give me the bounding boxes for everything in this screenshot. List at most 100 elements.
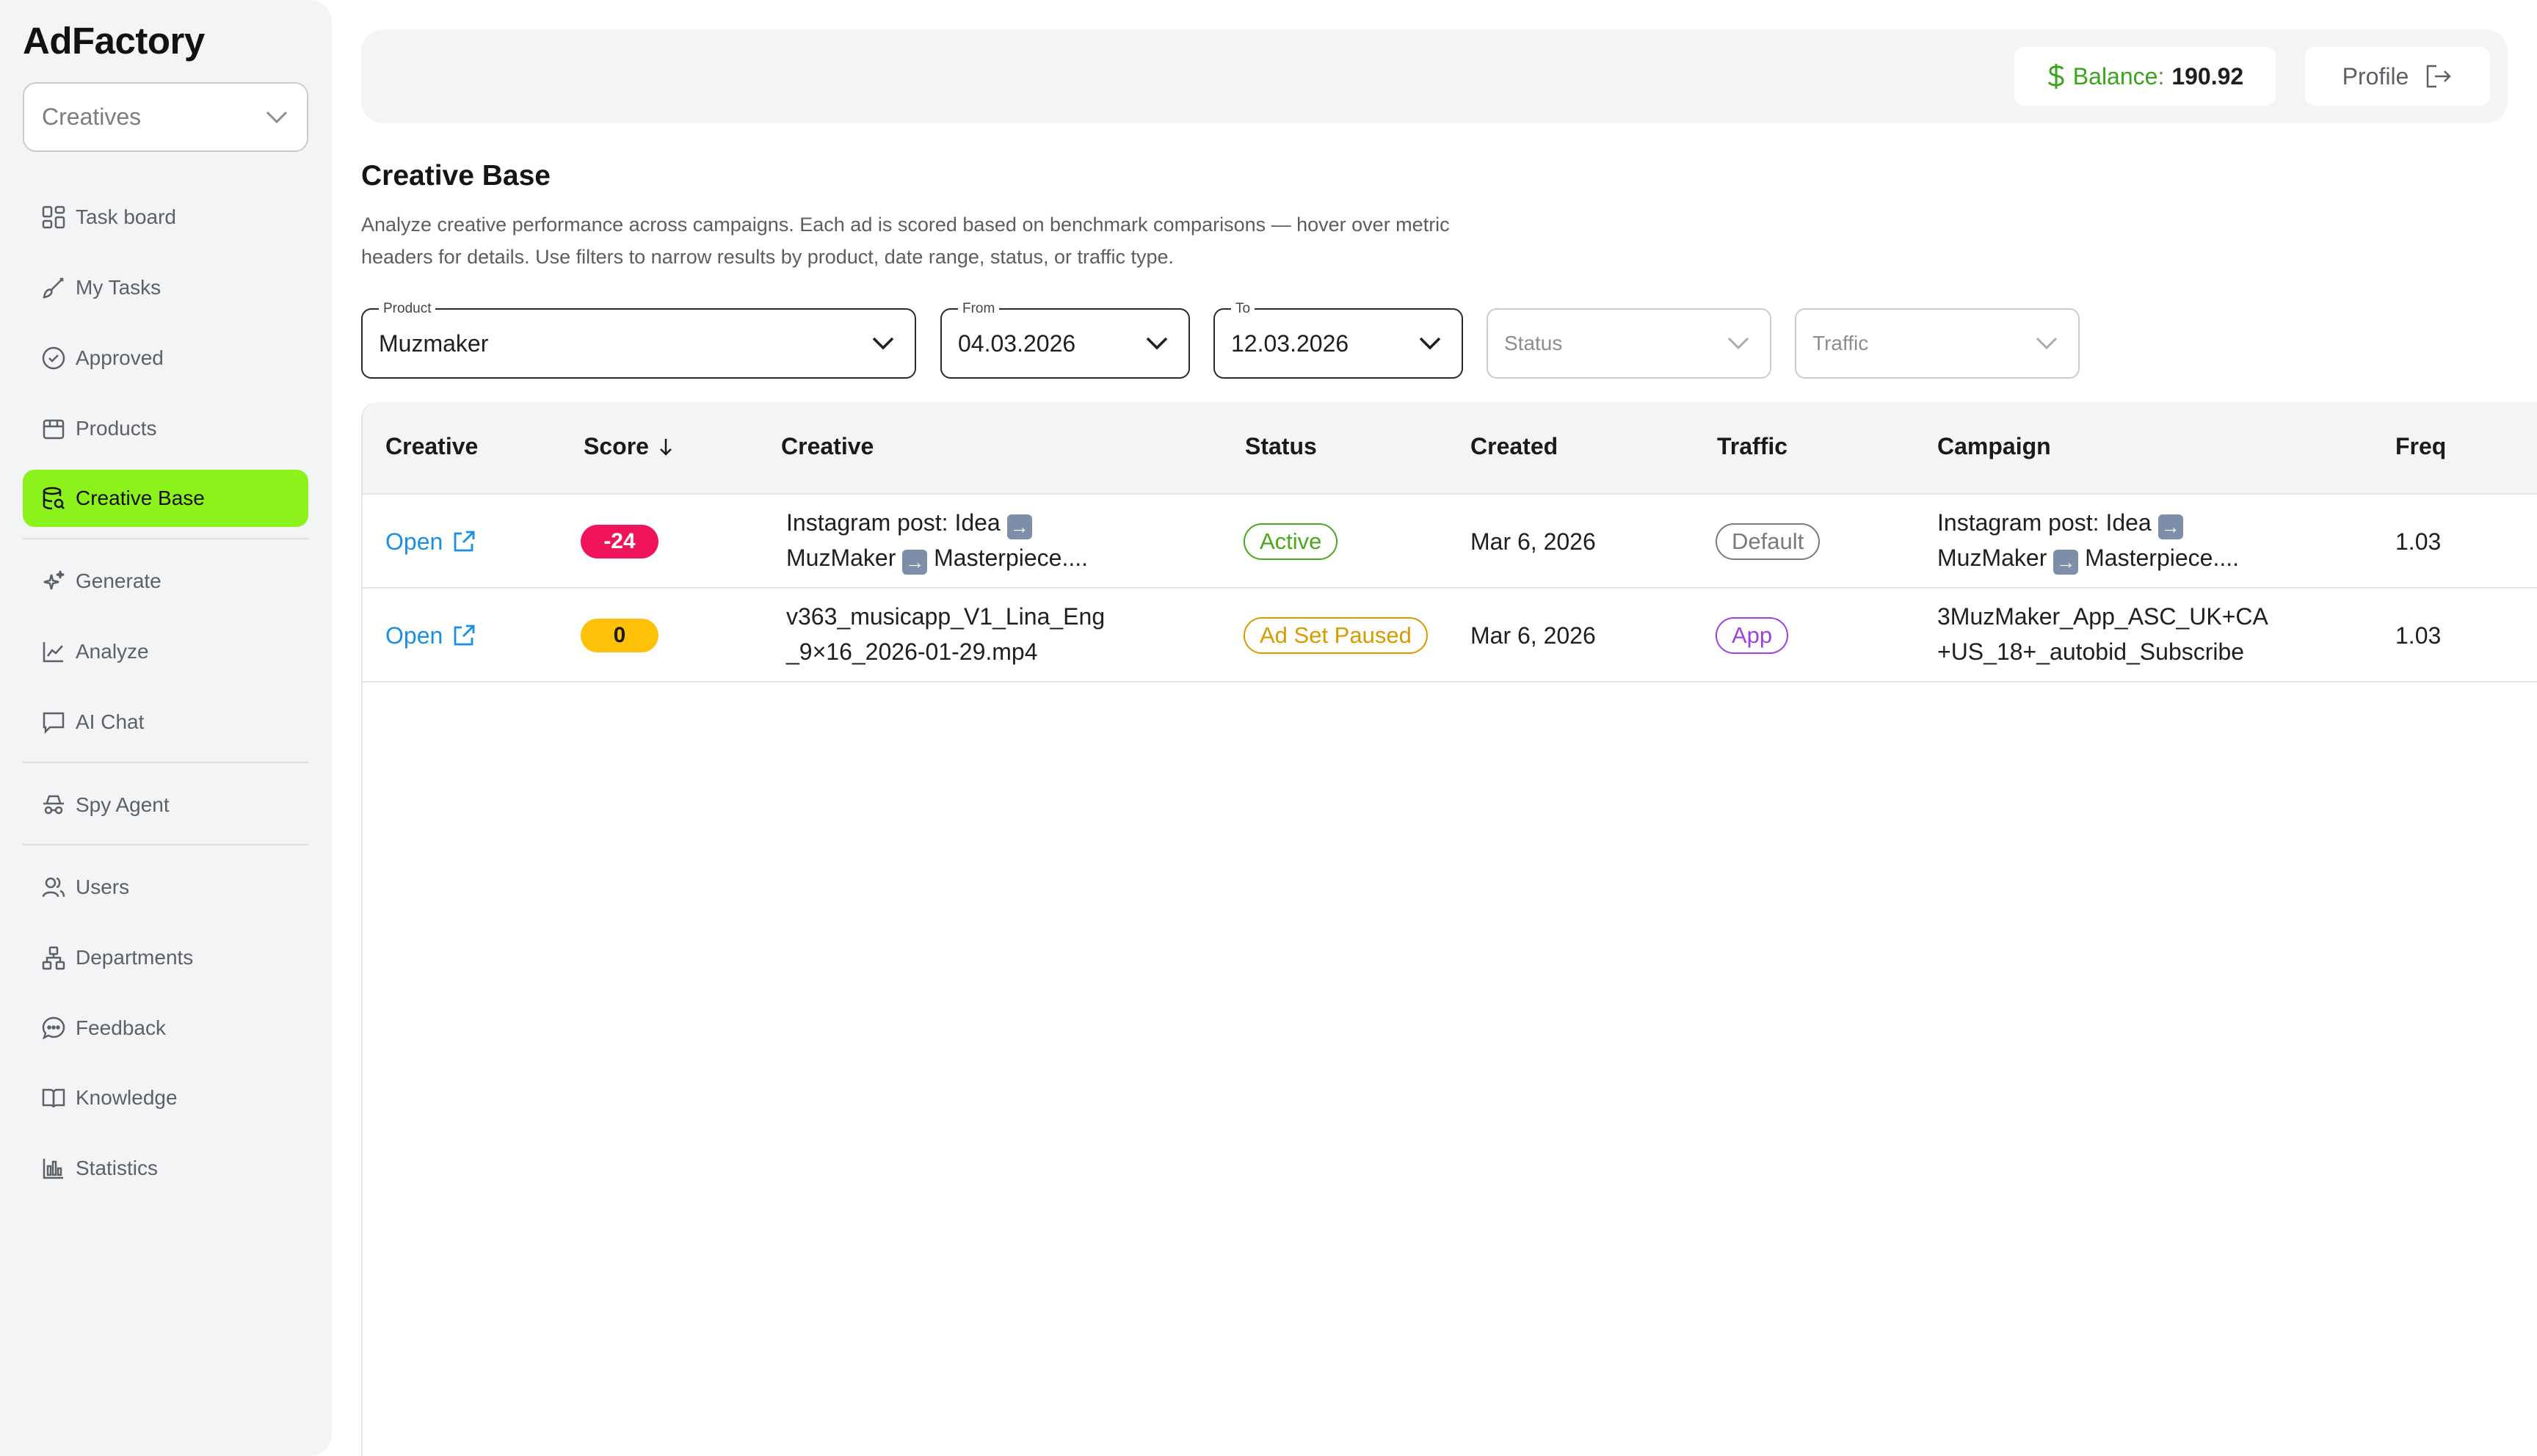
created-date: Mar 6, 2026 xyxy=(1470,622,1596,649)
check-circle-icon xyxy=(39,343,68,373)
workspace-select[interactable]: Creatives xyxy=(23,82,308,152)
column-header-freq[interactable]: Freq xyxy=(2395,433,2446,460)
sidebar-item-label: Feedback xyxy=(76,1016,166,1039)
sidebar: AdFactory Creatives Task board My Tasks … xyxy=(0,0,332,1456)
right-arrow-emoji-icon: → xyxy=(2053,550,2079,575)
sidebar-item-users[interactable]: Users xyxy=(23,859,308,916)
right-arrow-emoji-icon: → xyxy=(902,550,928,575)
table-row: Open -24 Instagram post: Idea → MuzMaker… xyxy=(363,495,2537,589)
sidebar-item-label: Approved xyxy=(76,346,164,369)
chart-line-icon xyxy=(39,637,68,666)
sidebar-item-analyze[interactable]: Analyze xyxy=(23,623,308,680)
freq-value: 1.03 xyxy=(2395,528,2442,555)
sidebar-item-task-board[interactable]: Task board xyxy=(23,189,308,246)
open-creative-link[interactable]: Open xyxy=(385,618,476,653)
column-header-traffic[interactable]: Traffic xyxy=(1717,433,1787,460)
campaign-name: 3MuzMaker_App_ASC_UK+CA +US_18+_autobid_… xyxy=(1937,599,2268,669)
sidebar-item-label: Analyze xyxy=(76,640,149,663)
book-icon xyxy=(39,1083,68,1113)
campaign-name-line: +US_18+_autobid_Subscribe xyxy=(1937,638,2245,665)
sidebar-item-label: Statistics xyxy=(76,1157,159,1179)
creative-name-line: MuzMaker xyxy=(786,545,896,571)
open-link-label: Open xyxy=(385,622,443,649)
campaign-name-line: MuzMaker xyxy=(1937,545,2047,571)
open-link-label: Open xyxy=(385,528,443,555)
brush-icon xyxy=(39,273,68,302)
sidebar-item-generate[interactable]: Generate xyxy=(23,553,308,610)
sidebar-item-label: Task board xyxy=(76,205,176,228)
sidebar-item-ai-chat[interactable]: AI Chat xyxy=(23,694,308,751)
sparkles-icon xyxy=(39,567,68,596)
sidebar-item-knowledge[interactable]: Knowledge xyxy=(23,1069,308,1126)
status-select-placeholder: Status xyxy=(1504,332,1563,354)
database-search-icon xyxy=(39,484,68,513)
column-header-campaign[interactable]: Campaign xyxy=(1937,433,2051,460)
status-select[interactable]: Status xyxy=(1487,308,1771,379)
external-link-icon xyxy=(454,531,475,552)
chat-icon xyxy=(39,707,68,737)
sidebar-item-approved[interactable]: Approved xyxy=(23,330,308,387)
balance-label: Balance: xyxy=(2072,62,2165,90)
spy-icon xyxy=(39,790,68,820)
open-creative-link[interactable]: Open xyxy=(385,524,476,559)
sidebar-item-label: Creative Base xyxy=(76,487,205,509)
column-header-created[interactable]: Created xyxy=(1470,433,1558,460)
traffic-select[interactable]: Traffic xyxy=(1795,308,2080,379)
date-to-value: 12.03.2026 xyxy=(1231,330,1349,357)
arrow-down-icon xyxy=(660,438,672,456)
chevron-down-icon xyxy=(1727,337,1749,350)
sidebar-item-label: Generate xyxy=(76,569,161,592)
created-date: Mar 6, 2026 xyxy=(1470,528,1596,555)
date-to-label: To xyxy=(1231,301,1255,317)
users-icon xyxy=(39,873,68,902)
creative-name: Instagram post: Idea → MuzMaker → Master… xyxy=(786,505,1088,575)
chevron-down-icon xyxy=(872,337,894,350)
sidebar-item-feedback[interactable]: Feedback xyxy=(23,1000,308,1057)
campaign-name-line: Instagram post: Idea xyxy=(1937,509,2152,536)
creative-name-line: _9×16_2026-01-29.mp4 xyxy=(786,638,1038,665)
box-icon xyxy=(39,414,68,443)
sidebar-item-departments[interactable]: Departments xyxy=(23,929,308,986)
profile-label: Profile xyxy=(2342,62,2409,90)
profile-button[interactable]: Profile xyxy=(2305,47,2490,106)
status-badge: Ad Set Paused xyxy=(1244,617,1428,654)
page-description: Analyze creative performance across camp… xyxy=(361,214,1450,268)
sidebar-item-label: My Tasks xyxy=(76,276,161,299)
date-from-label: From xyxy=(958,301,1000,317)
status-badge: Active xyxy=(1244,523,1338,560)
balance-value: 190.92 xyxy=(2171,62,2244,90)
date-from-select[interactable]: From 04.03.2026 xyxy=(940,301,1190,379)
dollar-icon xyxy=(2047,62,2066,90)
column-header-score[interactable]: Score xyxy=(584,433,674,460)
score-badge: -24 xyxy=(581,525,658,558)
table-header: Creative Score Creative Status Created T… xyxy=(363,402,2537,495)
column-header-status[interactable]: Status xyxy=(1245,433,1317,460)
page-title: Creative Base xyxy=(361,160,551,192)
sidebar-item-products[interactable]: Products xyxy=(23,400,308,457)
creative-name-line: v363_musicapp_V1_Lina_Eng xyxy=(786,603,1106,630)
sidebar-item-creative-base[interactable]: Creative Base xyxy=(23,470,308,527)
workspace-select-value: Creatives xyxy=(42,103,142,130)
date-to-select[interactable]: To 12.03.2026 xyxy=(1213,301,1463,379)
table-row: Open 0 v363_musicapp_V1_Lina_Eng _9×16_2… xyxy=(363,589,2537,682)
chevron-down-icon xyxy=(2036,337,2058,350)
sidebar-item-label: Departments xyxy=(76,946,194,969)
sidebar-item-spy-agent[interactable]: Spy Agent xyxy=(23,776,308,834)
external-link-icon xyxy=(454,625,475,646)
sidebar-item-my-tasks[interactable]: My Tasks xyxy=(23,259,308,316)
balance-badge[interactable]: Balance: 190.92 xyxy=(2014,47,2276,106)
creative-name-line: Instagram post: Idea xyxy=(786,509,1001,536)
top-bar: Balance: 190.92 Profile xyxy=(361,29,2508,123)
sidebar-item-label: Users xyxy=(76,876,130,898)
chevron-down-icon xyxy=(1146,337,1168,350)
right-arrow-emoji-icon: → xyxy=(2157,514,2183,539)
creative-name: v363_musicapp_V1_Lina_Eng _9×16_2026-01-… xyxy=(786,599,1105,669)
sidebar-divider xyxy=(23,762,308,763)
feedback-icon xyxy=(39,1013,68,1043)
sidebar-item-statistics[interactable]: Statistics xyxy=(23,1140,308,1197)
product-select[interactable]: Product Muzmaker xyxy=(361,301,916,379)
sidebar-divider xyxy=(23,844,308,845)
column-header-creative-name[interactable]: Creative xyxy=(781,433,874,460)
column-header-creative[interactable]: Creative xyxy=(385,433,478,460)
creative-name-line: Masterpiece.... xyxy=(934,545,1088,571)
